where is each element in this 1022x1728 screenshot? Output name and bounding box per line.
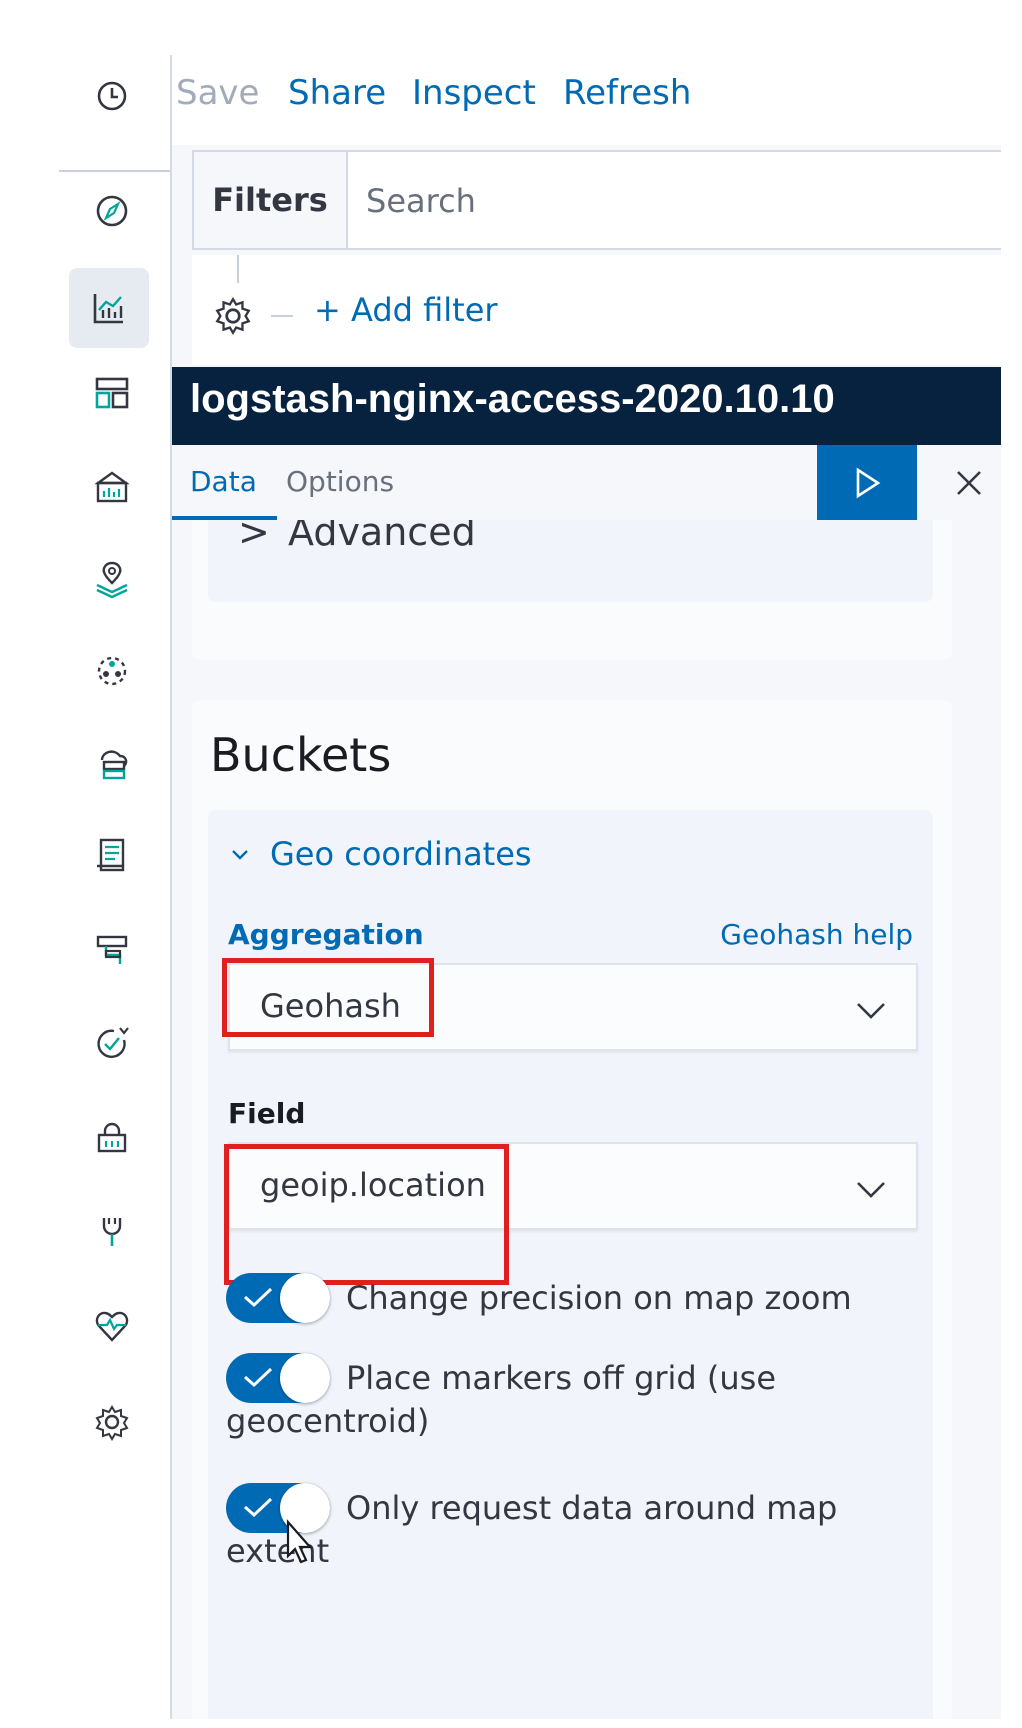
index-pattern-title: logstash-nginx-access-2020.10.10: [190, 377, 835, 421]
rail-divider: [59, 170, 170, 172]
machine-learning-icon[interactable]: [86, 645, 138, 697]
aggregation-label: Aggregation: [228, 918, 424, 951]
gear-icon[interactable]: [212, 295, 254, 337]
mouse-cursor-icon: [286, 1519, 313, 1564]
top-nav: Save Share Inspect Refresh: [172, 55, 1001, 145]
visualization-titlebar: logstash-nginx-access-2020.10.10: [172, 367, 1001, 445]
geocentroid-toggle-label-cont: geocentroid): [226, 1402, 430, 1440]
geocentroid-toggle[interactable]: [226, 1353, 330, 1403]
advanced-toggle[interactable]: Advanced: [288, 520, 476, 554]
advanced-accordion: > Advanced: [208, 520, 933, 602]
play-icon: [856, 467, 881, 498]
refresh-button[interactable]: Refresh: [563, 73, 691, 113]
search-input[interactable]: [356, 152, 998, 250]
chevron-down-icon: [232, 850, 248, 860]
buckets-card: Buckets Geo coordinates Aggregation Geoh…: [192, 700, 952, 1719]
save-button[interactable]: Save: [176, 73, 259, 113]
share-button[interactable]: Share: [288, 73, 386, 113]
check-icon: [244, 1287, 273, 1308]
monitoring-icon[interactable]: [86, 1300, 138, 1352]
chevron-down-icon: [857, 1003, 885, 1019]
precision-toggle-label: Change precision on map zoom: [346, 1279, 852, 1317]
geo-coordinates-panel: Geo coordinates Aggregation Geohash help…: [208, 810, 933, 1719]
geohash-help-link[interactable]: Geohash help: [720, 918, 913, 951]
geocentroid-toggle-label: Place markers off grid (use: [346, 1359, 777, 1397]
buckets-title: Buckets: [210, 728, 392, 782]
editor-scroll-area[interactable]: > Advanced Buckets Geo coordinates Aggre…: [172, 520, 1001, 1719]
geo-coordinates-label: Geo coordinates: [270, 835, 532, 873]
maps-icon[interactable]: [86, 553, 138, 605]
clock-icon[interactable]: [86, 70, 138, 122]
map-bounds-toggle-label: Only request data around map: [346, 1489, 838, 1527]
close-icon: [957, 470, 981, 495]
filter-connector-line: [237, 255, 239, 283]
precision-toggle[interactable]: [226, 1273, 330, 1323]
chevron-down-icon: [857, 1182, 885, 1198]
chevron-right-icon[interactable]: >: [238, 520, 270, 554]
management-icon[interactable]: [86, 1396, 138, 1448]
filter-row: + Add filter: [192, 255, 1001, 365]
dashboard-icon[interactable]: [86, 367, 138, 419]
infrastructure-icon[interactable]: [86, 738, 138, 790]
check-icon: [244, 1497, 273, 1518]
canvas-icon[interactable]: [86, 463, 138, 515]
apply-button[interactable]: [817, 445, 917, 520]
uptime-icon[interactable]: [86, 1018, 138, 1070]
siem-icon[interactable]: [86, 1113, 138, 1165]
side-nav-rail: [59, 55, 172, 1719]
field-label: Field: [228, 1097, 306, 1130]
apm-icon[interactable]: [86, 925, 138, 977]
dev-tools-icon[interactable]: [86, 1206, 138, 1258]
toggle-knob: [280, 1273, 330, 1323]
filter-divider: [271, 315, 293, 317]
highlight-box-field: [224, 1144, 509, 1285]
metrics-card: > Advanced: [192, 520, 952, 660]
filters-tab[interactable]: Filters: [194, 152, 348, 248]
query-bar: Filters: [192, 150, 1001, 250]
editor-tabs: Data Options: [172, 445, 1001, 520]
tab-options[interactable]: Options: [286, 465, 394, 498]
close-button[interactable]: [937, 445, 1001, 520]
inspect-button[interactable]: Inspect: [412, 73, 536, 113]
tab-data[interactable]: Data: [190, 465, 257, 498]
add-filter-button[interactable]: + Add filter: [314, 291, 498, 329]
check-icon: [244, 1367, 273, 1388]
compass-icon[interactable]: [86, 185, 138, 237]
geo-coordinates-toggle[interactable]: Geo coordinates: [228, 835, 532, 873]
app-window: Save Share Inspect Refresh Filters + Add…: [59, 55, 1001, 1719]
main-area: Save Share Inspect Refresh Filters + Add…: [172, 55, 1001, 1719]
highlight-box-aggregation: [222, 958, 434, 1037]
logs-icon[interactable]: [86, 830, 138, 882]
toggle-knob: [280, 1353, 330, 1403]
visualize-icon[interactable]: [69, 268, 149, 348]
